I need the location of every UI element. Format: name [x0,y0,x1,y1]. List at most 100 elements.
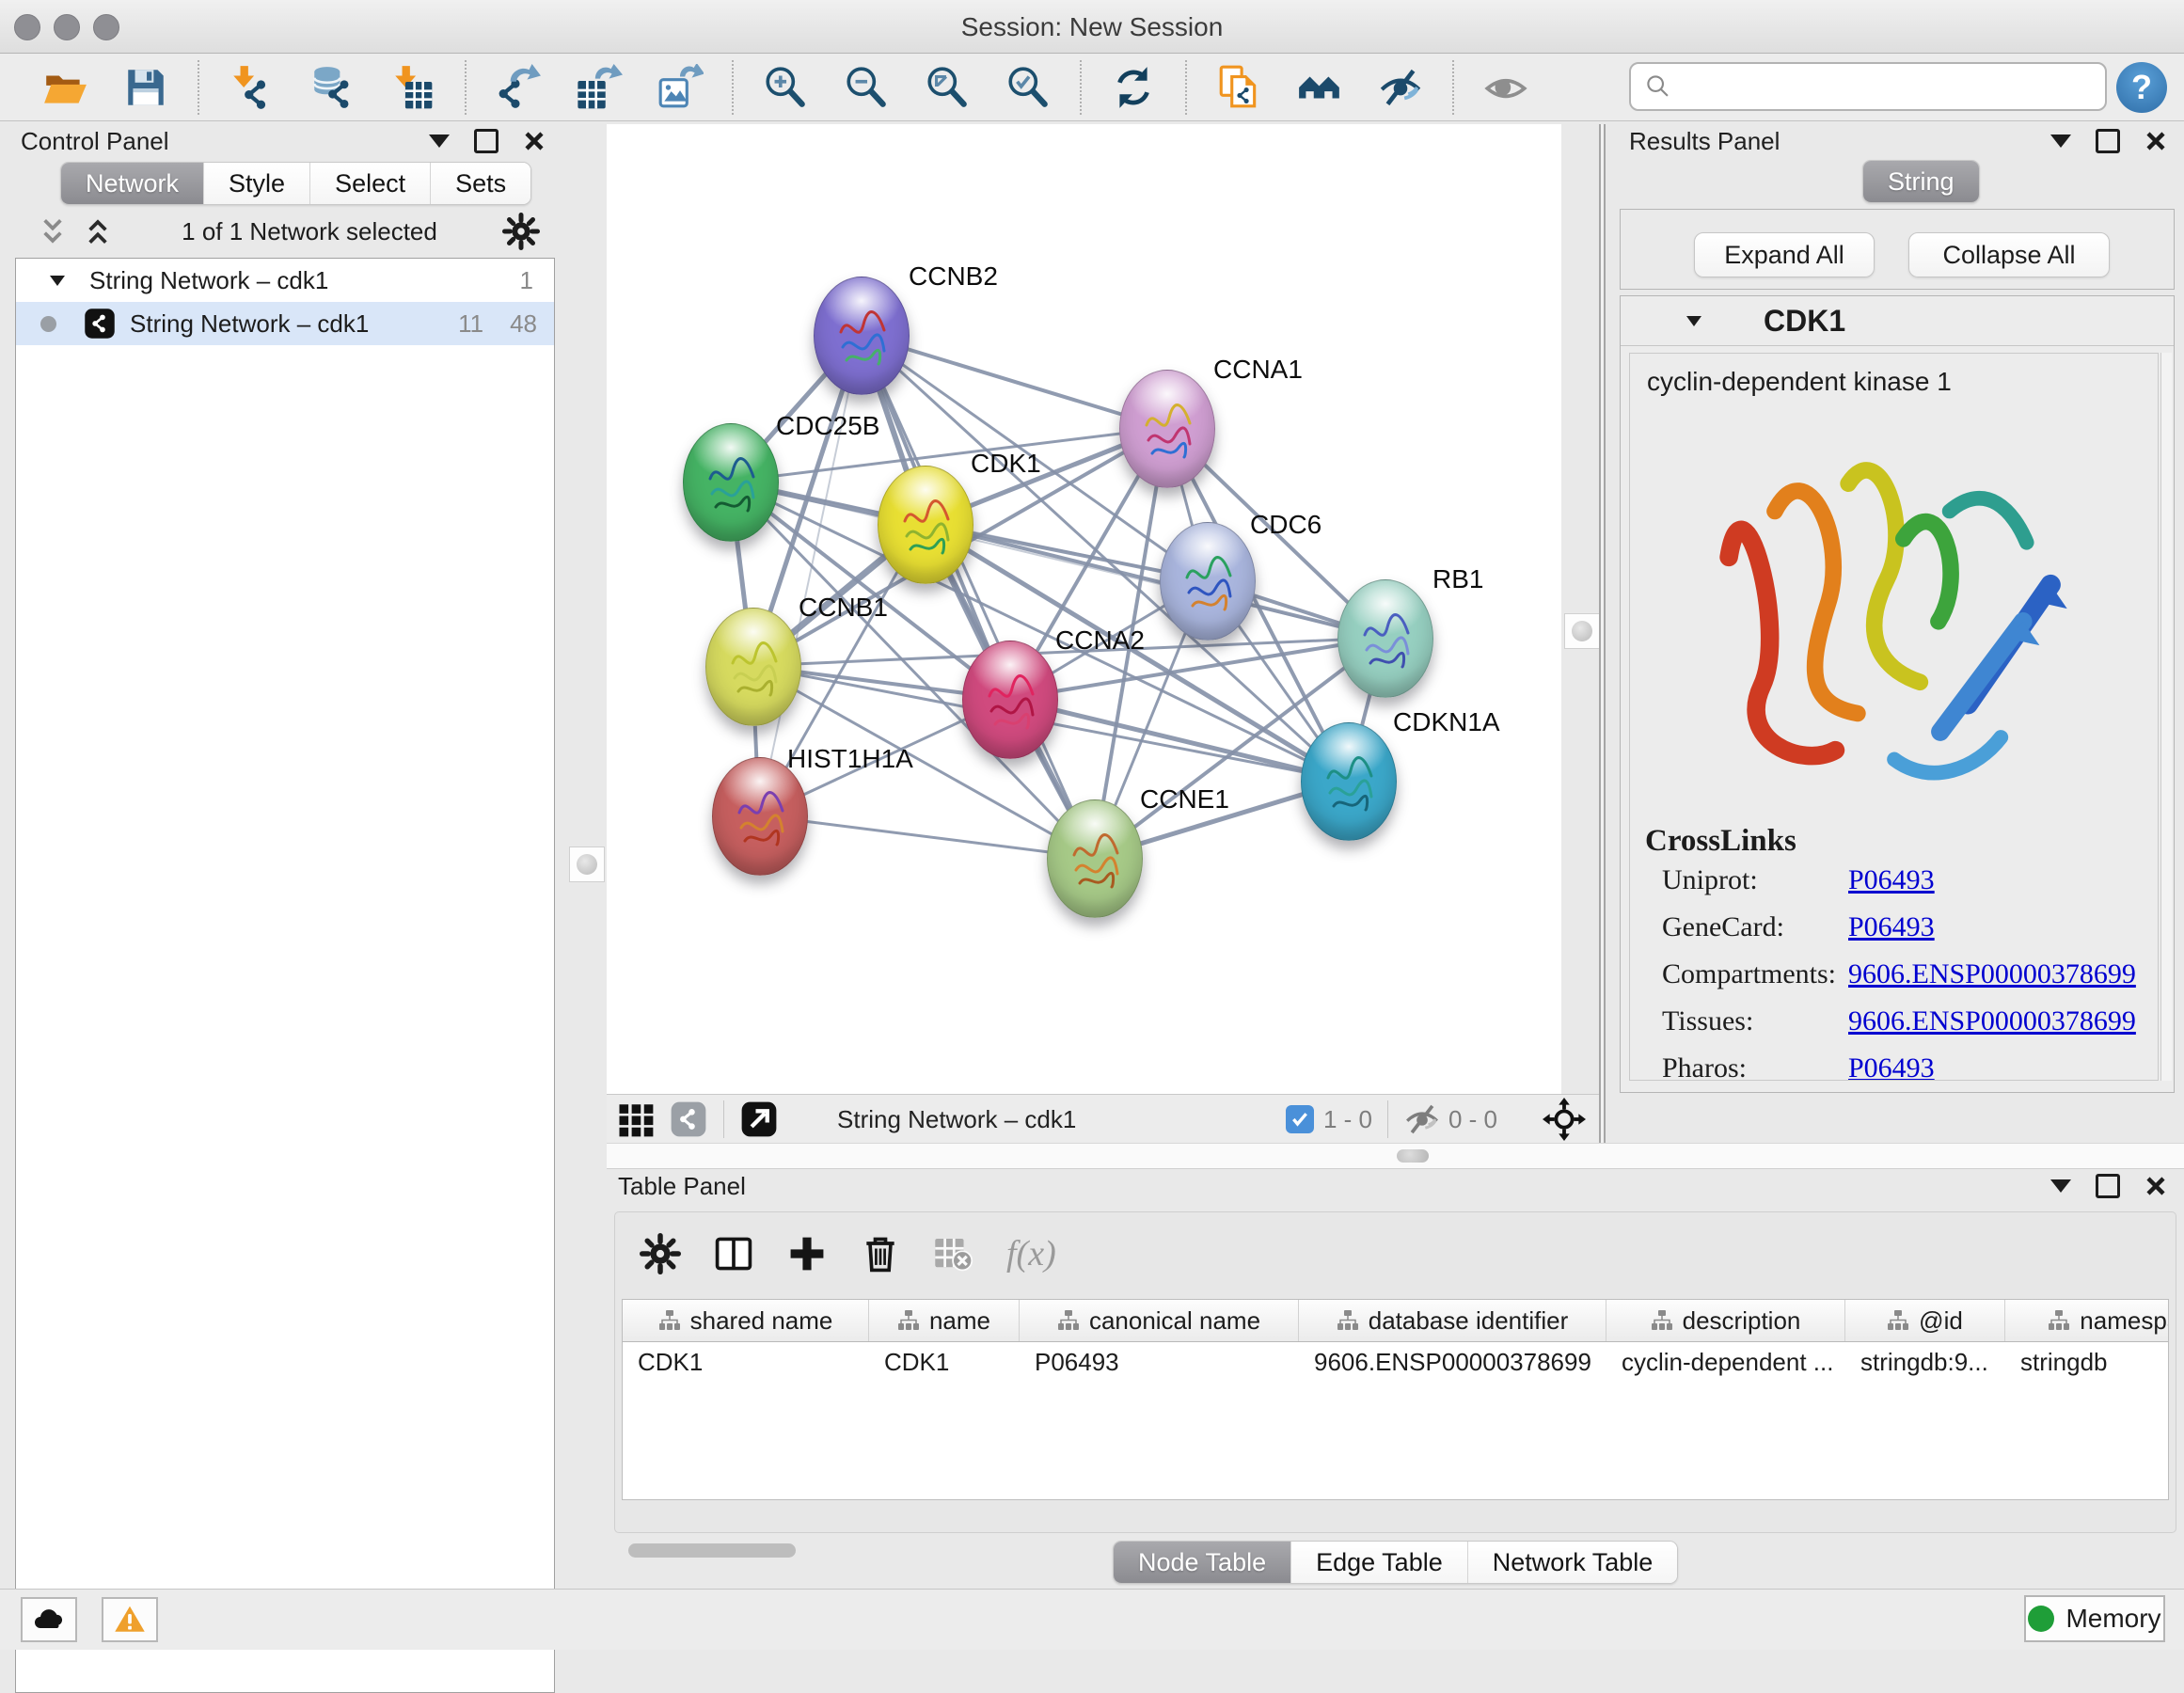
show-columns-icon[interactable] [713,1233,754,1274]
export-image-button[interactable] [653,60,707,115]
open-session-button[interactable] [38,60,92,115]
network-edge[interactable] [861,335,1094,858]
table-cell-shared-name[interactable]: CDK1 [623,1348,869,1377]
network-edge[interactable] [759,815,1094,858]
apply-preferred-layout-button[interactable] [1106,60,1161,115]
column-header-@id[interactable]: @id [1845,1300,2005,1341]
export-table-button[interactable] [572,60,626,115]
table-cell-canonical-name[interactable]: P06493 [1020,1348,1299,1377]
column-header-description[interactable]: description [1606,1300,1845,1341]
gear-icon[interactable] [502,213,540,250]
table-cell-namespace[interactable]: stringdb [2005,1348,2169,1377]
save-session-button[interactable] [119,60,173,115]
show-graphics-details-button[interactable] [1479,60,1533,115]
horizontal-splitter-handle[interactable] [1397,1149,1429,1163]
zoom-in-button[interactable] [758,60,813,115]
column-header-name[interactable]: name [869,1300,1020,1341]
results-scrollbar[interactable] [2160,353,2172,1081]
float-panel-icon[interactable] [2096,129,2120,153]
panel-menu-icon[interactable] [2050,134,2071,148]
import-table-from-file-button[interactable] [386,60,440,115]
right-splitter-handle[interactable] [1564,613,1600,649]
column-header-namespace[interactable]: namespace [2005,1300,2169,1341]
tab-select[interactable]: Select [310,163,431,204]
panel-menu-icon[interactable] [429,134,450,148]
crosshair-icon[interactable] [1543,1098,1586,1141]
table-row[interactable]: CDK1CDK1P064939606.ENSP00000378699cyclin… [623,1342,2168,1382]
tab-node-table[interactable]: Node Table [1114,1542,1291,1583]
column-header-shared-name[interactable]: shared name [623,1300,869,1341]
network-row[interactable]: String Network – cdk1 11 48 [16,302,554,345]
close-panel-icon[interactable] [523,130,546,152]
collapse-all-button[interactable]: Collapse All [1908,232,2110,277]
expand-all-icon[interactable] [79,213,117,250]
memory-button[interactable]: Memory [2024,1595,2165,1642]
delete-column-icon[interactable] [860,1233,901,1274]
gene-collapse-icon[interactable] [1686,316,1701,326]
tab-network-table[interactable]: Network Table [1468,1542,1678,1583]
float-panel-icon[interactable] [474,129,499,153]
crosslink-compartments[interactable]: 9606.ENSP00000378699 [1848,958,2136,990]
network-node-RB1[interactable] [1337,579,1433,698]
hide-selected-button[interactable] [1373,60,1428,115]
network-node-CDKN1A[interactable] [1301,722,1397,841]
zoom-fit-content-button[interactable] [920,60,974,115]
crosslink-uniprot[interactable]: P06493 [1848,864,1935,896]
network-node-CCNB1[interactable] [705,608,801,726]
selected-nodes-checkbox[interactable] [1286,1105,1314,1133]
collection-expand-icon[interactable] [50,276,65,286]
grid-view-icon[interactable] [616,1100,656,1139]
network-canvas[interactable]: CCNB2CCNA1CDC25BCDK1CDC6RB1CCNB1CCNA2CDK… [607,124,1561,1094]
add-column-icon[interactable] [786,1233,828,1274]
hidden-eye-icon[interactable] [1403,1100,1441,1138]
float-panel-icon[interactable] [2096,1174,2120,1198]
network-node-CDK1[interactable] [878,466,973,584]
tab-network[interactable]: Network [61,163,204,204]
table-cell-@id[interactable]: stringdb:9... [1845,1348,2005,1377]
collapse-all-icon[interactable] [34,213,71,250]
zoom-selected-button[interactable] [1001,60,1055,115]
network-node-CDC25B[interactable] [683,423,779,542]
network-node-CCNA2[interactable] [962,641,1058,759]
search-input[interactable] [1682,71,2105,103]
network-edge[interactable] [1009,699,1348,781]
warnings-button[interactable] [102,1597,158,1642]
network-node-CCNB2[interactable] [814,277,910,395]
table-cell-description[interactable]: cyclin-dependent ... [1606,1348,1845,1377]
left-splitter[interactable] [562,124,607,1590]
table-gear-icon[interactable] [640,1233,681,1274]
network-edge[interactable] [759,335,861,815]
open-in-new-icon[interactable] [739,1100,779,1139]
network-edge[interactable] [925,524,1385,638]
import-network-from-database-button[interactable] [305,60,359,115]
close-panel-icon[interactable] [2144,1175,2167,1197]
table-cell-database-identifier[interactable]: 9606.ENSP00000378699 [1299,1348,1606,1377]
panel-menu-icon[interactable] [2050,1179,2071,1193]
tab-string[interactable]: String [1863,161,1979,202]
left-splitter-handle[interactable] [569,846,605,882]
expand-all-button[interactable]: Expand All [1694,232,1875,277]
network-node-CCNE1[interactable] [1047,799,1143,918]
crosslink-genecard[interactable]: P06493 [1848,911,1935,943]
network-node-CDC6[interactable] [1160,522,1256,641]
tab-style[interactable]: Style [204,163,310,204]
help-button[interactable]: ? [2116,62,2167,113]
table-cell-name[interactable]: CDK1 [869,1348,1020,1377]
network-node-HIST1H1A[interactable] [712,757,808,876]
string-protein-query-button[interactable] [1211,60,1266,115]
tab-edge-table[interactable]: Edge Table [1291,1542,1468,1583]
network-node-CCNA1[interactable] [1119,370,1215,488]
export-network-button[interactable] [491,60,546,115]
cloud-button[interactable] [21,1597,77,1642]
import-network-from-file-button[interactable] [224,60,278,115]
close-panel-icon[interactable] [2144,130,2167,152]
string-view-icon[interactable] [669,1100,708,1139]
network-collection-row[interactable]: String Network – cdk1 1 [16,259,554,302]
zoom-out-button[interactable] [839,60,894,115]
crosslink-tissues[interactable]: 9606.ENSP00000378699 [1848,1005,2136,1037]
string-homology-button[interactable] [1292,60,1347,115]
column-header-canonical-name[interactable]: canonical name [1020,1300,1299,1341]
table-hscrollbar-thumb[interactable] [628,1543,796,1558]
column-header-database-identifier[interactable]: database identifier [1299,1300,1606,1341]
search-box[interactable] [1629,62,2107,111]
